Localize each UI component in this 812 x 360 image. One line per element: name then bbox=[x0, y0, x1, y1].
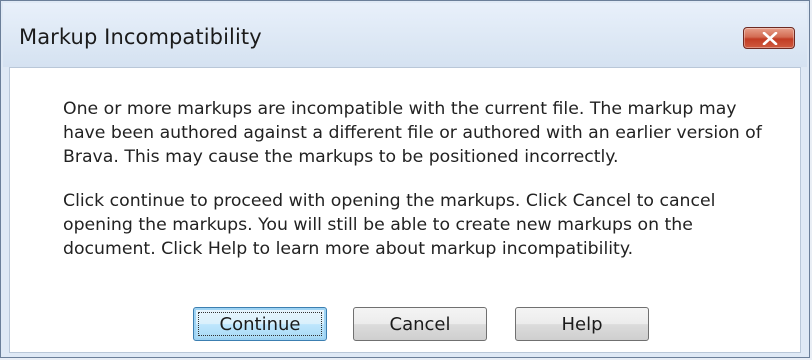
help-button[interactable]: Help bbox=[515, 307, 649, 341]
dialog-content: One or more markups are incompatible wit… bbox=[9, 67, 801, 353]
cancel-button-label: Cancel bbox=[389, 314, 451, 335]
close-button[interactable] bbox=[743, 27, 795, 49]
dialog-title: Markup Incompatibility bbox=[19, 25, 262, 49]
continue-button[interactable]: Continue bbox=[193, 307, 327, 341]
help-button-label: Help bbox=[561, 314, 603, 335]
instructions-message: Click continue to proceed with opening t… bbox=[63, 191, 716, 259]
title-bar: Markup Incompatibility bbox=[3, 3, 807, 67]
incompatibility-message: One or more markups are incompatible wit… bbox=[63, 99, 762, 167]
cancel-button[interactable]: Cancel bbox=[353, 307, 487, 341]
close-icon bbox=[762, 32, 778, 45]
markup-incompatibility-dialog: Markup Incompatibility One or more marku… bbox=[0, 0, 810, 358]
continue-button-label: Continue bbox=[219, 314, 301, 335]
